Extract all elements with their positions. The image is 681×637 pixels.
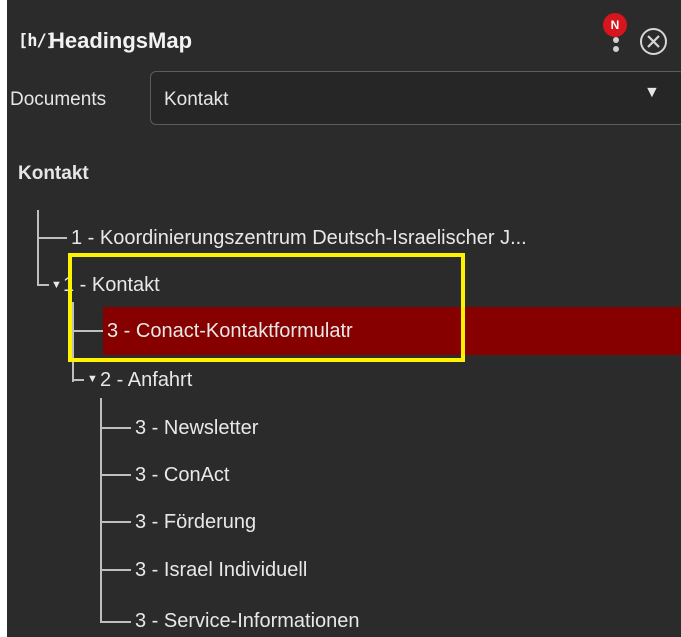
tree-node-newsletter[interactable]: 3 - Newsletter xyxy=(135,416,258,440)
tree-line xyxy=(100,621,131,623)
documents-label: Documents xyxy=(10,89,107,110)
tree-line xyxy=(100,427,131,429)
tree-line xyxy=(100,569,131,571)
more-options-icon[interactable] xyxy=(611,37,621,59)
tree-line xyxy=(72,330,103,332)
app-title: HeadingsMap xyxy=(49,28,193,53)
tree-line xyxy=(100,521,131,523)
expand-caret-icon[interactable]: ▼ xyxy=(87,372,98,386)
tree-node-service-informationen[interactable]: 3 - Service-Informationen xyxy=(135,609,360,633)
tree-node-kontakt[interactable]: 1 - Kontakt xyxy=(63,273,160,297)
tree-line xyxy=(72,379,84,381)
notification-badge[interactable]: N xyxy=(603,13,627,37)
tree-node-conact-kontaktformular[interactable]: 3 - Conact-Kontaktformulatr xyxy=(107,319,353,343)
tree-line xyxy=(37,237,67,239)
close-icon xyxy=(647,35,660,48)
title-bar: [h/] HeadingsMap N xyxy=(7,0,681,80)
tree-node-anfahrt[interactable]: 2 - Anfahrt xyxy=(100,368,192,392)
tree-line xyxy=(37,210,39,286)
dropdown-arrow-icon: ▼ xyxy=(644,84,660,101)
tree-node-foerderung[interactable]: 3 - Förderung xyxy=(135,510,256,534)
headingsmap-panel: [h/] HeadingsMap N Documents Kontakt ▼ K… xyxy=(7,0,681,637)
tree-line xyxy=(37,284,49,286)
headingsmap-logo-icon: [h/] xyxy=(18,31,56,51)
tree-line xyxy=(100,474,131,476)
documents-select[interactable]: Kontakt ▼ xyxy=(150,71,681,125)
tree-node-koordinierungszentrum[interactable]: 1 - Koordinierungszentrum Deutsch-Israel… xyxy=(71,226,527,250)
close-button[interactable] xyxy=(640,28,667,55)
tree-node-conact[interactable]: 3 - ConAct xyxy=(135,463,229,487)
tree-title: Kontakt xyxy=(18,163,89,184)
expand-caret-icon[interactable]: ▼ xyxy=(51,278,62,292)
tree-line xyxy=(100,398,102,623)
tree-node-israel-individuell[interactable]: 3 - Israel Individuell xyxy=(135,558,307,582)
documents-select-value: Kontakt xyxy=(164,89,229,110)
tree-line xyxy=(72,302,74,382)
